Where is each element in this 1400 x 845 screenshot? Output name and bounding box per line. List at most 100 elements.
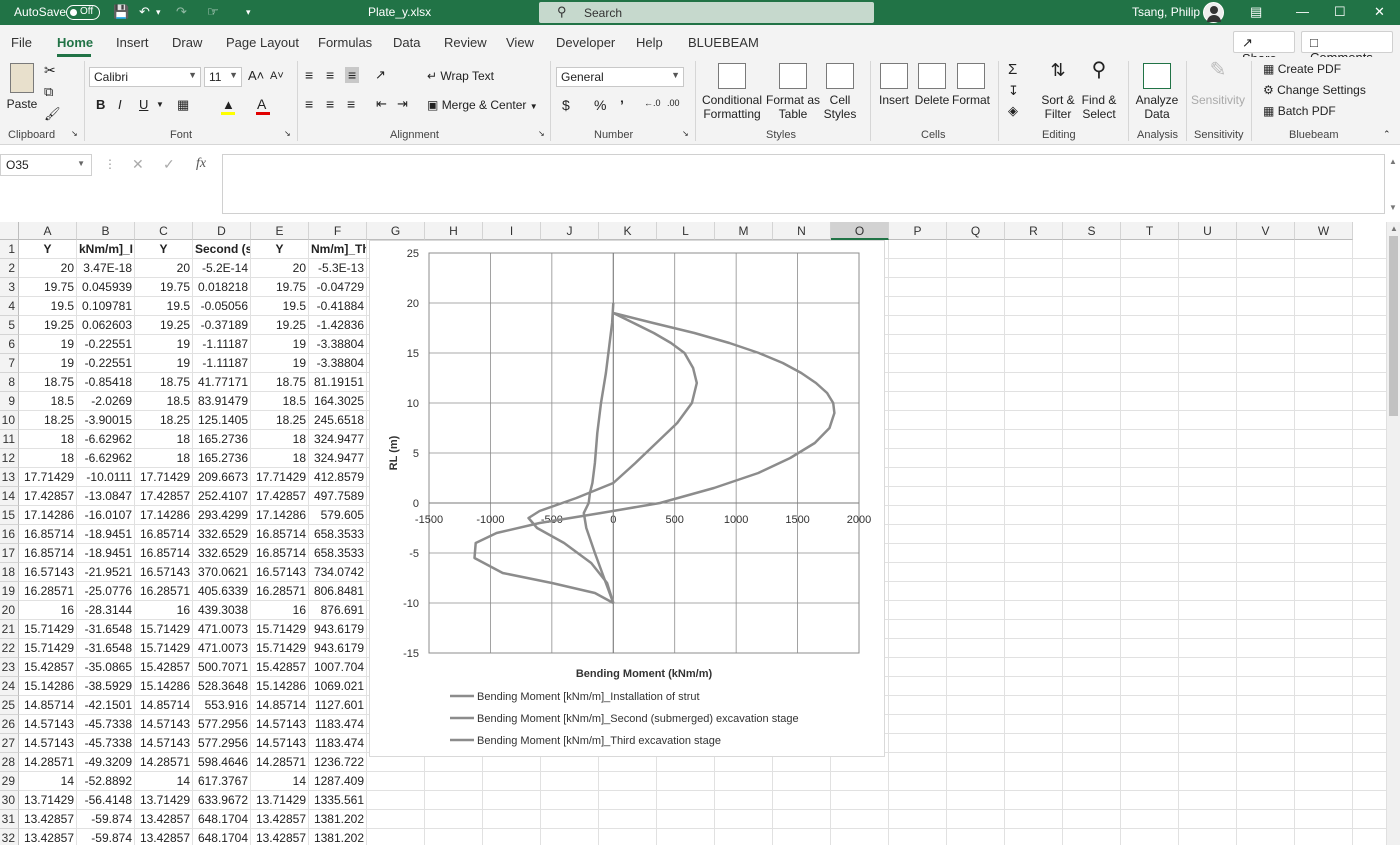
column-header[interactable]: S: [1063, 222, 1121, 240]
data-cell[interactable]: 19.5: [251, 297, 309, 316]
data-cell[interactable]: 83.91479: [193, 392, 251, 411]
column-header[interactable]: M: [715, 222, 773, 240]
data-cell[interactable]: 13.42857: [251, 810, 309, 829]
data-cell[interactable]: -6.62962: [77, 449, 135, 468]
data-cell[interactable]: 15.71429: [251, 639, 309, 658]
data-cell[interactable]: 370.0621: [193, 563, 251, 582]
data-cell[interactable]: 633.9672: [193, 791, 251, 810]
comments-button[interactable]: □ Comments: [1301, 31, 1393, 65]
cancel-icon[interactable]: ✕: [132, 156, 144, 173]
data-cell[interactable]: 19.75: [19, 278, 77, 297]
data-cell[interactable]: 18.5: [19, 392, 77, 411]
row-header[interactable]: 2: [0, 259, 19, 278]
data-cell[interactable]: 14.57143: [19, 715, 77, 734]
autosum-icon[interactable]: Σ: [1008, 61, 1017, 78]
underline-icon[interactable]: U: [139, 97, 148, 112]
data-cell[interactable]: 14.57143: [135, 734, 193, 753]
data-cell[interactable]: -10.0111: [77, 468, 135, 487]
column-header[interactable]: D: [193, 222, 251, 240]
decrease-font-icon[interactable]: A˅: [270, 70, 284, 82]
data-cell[interactable]: 19: [19, 335, 77, 354]
font-family-select[interactable]: Calibri ▼: [89, 67, 201, 87]
row-header[interactable]: 7: [0, 354, 19, 373]
data-cell[interactable]: 16.85714: [135, 525, 193, 544]
data-cell[interactable]: -0.41884: [309, 297, 367, 316]
column-header[interactable]: E: [251, 222, 309, 240]
data-cell[interactable]: 577.2956: [193, 734, 251, 753]
data-cell[interactable]: -0.85418: [77, 373, 135, 392]
column-header[interactable]: L: [657, 222, 715, 240]
data-cell[interactable]: 658.3533: [309, 544, 367, 563]
data-cell[interactable]: 16: [19, 601, 77, 620]
data-cell[interactable]: 16.85714: [251, 525, 309, 544]
column-header[interactable]: P: [889, 222, 947, 240]
data-cell[interactable]: 15.42857: [251, 658, 309, 677]
data-cell[interactable]: 19: [251, 335, 309, 354]
data-cell[interactable]: -3.38804: [309, 335, 367, 354]
data-cell[interactable]: 0.062603: [77, 316, 135, 335]
borders-icon[interactable]: ▦: [177, 97, 189, 113]
sensitivity-button[interactable]: ✎ Sensitivity: [1190, 60, 1246, 107]
data-cell[interactable]: 324.9477: [309, 449, 367, 468]
tab-home[interactable]: Home: [57, 35, 93, 50]
column-header[interactable]: G: [367, 222, 425, 240]
touch-mode-icon[interactable]: ☞: [207, 4, 219, 20]
data-cell[interactable]: 13.71429: [135, 791, 193, 810]
data-cell[interactable]: 20: [135, 259, 193, 278]
row-header[interactable]: 3: [0, 278, 19, 297]
row-header[interactable]: 23: [0, 658, 19, 677]
font-color-icon[interactable]: A: [257, 96, 266, 112]
data-cell[interactable]: 332.6529: [193, 525, 251, 544]
data-cell[interactable]: -42.1501: [77, 696, 135, 715]
data-cell[interactable]: -59.874: [77, 810, 135, 829]
data-cell[interactable]: -6.62962: [77, 430, 135, 449]
data-cell[interactable]: 734.0742: [309, 563, 367, 582]
data-cell[interactable]: -3.90015: [77, 411, 135, 430]
column-header[interactable]: H: [425, 222, 483, 240]
search-box[interactable]: ⚲ Search: [539, 2, 874, 23]
format-cells-button[interactable]: Format: [952, 63, 990, 107]
row-header[interactable]: 16: [0, 525, 19, 544]
data-cell[interactable]: 19: [135, 335, 193, 354]
data-cell[interactable]: 471.0073: [193, 620, 251, 639]
data-cell[interactable]: -28.3144: [77, 601, 135, 620]
row-header[interactable]: 6: [0, 335, 19, 354]
alignment-launcher-icon[interactable]: ↘: [538, 129, 545, 138]
data-cell[interactable]: 14.28571: [251, 753, 309, 772]
data-cell[interactable]: 17.71429: [135, 468, 193, 487]
data-cell[interactable]: 17.14286: [19, 506, 77, 525]
data-cell[interactable]: 1069.021: [309, 677, 367, 696]
data-cell[interactable]: 125.1405: [193, 411, 251, 430]
clear-icon[interactable]: ◈: [1008, 103, 1018, 119]
row-header[interactable]: 9: [0, 392, 19, 411]
row-header[interactable]: 21: [0, 620, 19, 639]
data-cell[interactable]: 324.9477: [309, 430, 367, 449]
data-cell[interactable]: 16.85714: [19, 544, 77, 563]
data-cell[interactable]: 18: [19, 430, 77, 449]
data-cell[interactable]: 41.77171: [193, 373, 251, 392]
insert-cells-button[interactable]: Insert: [876, 63, 912, 107]
data-cell[interactable]: 876.691: [309, 601, 367, 620]
row-header[interactable]: 27: [0, 734, 19, 753]
data-cell[interactable]: 15.14286: [19, 677, 77, 696]
data-cell[interactable]: 14: [19, 772, 77, 791]
share-button[interactable]: ↗ Share: [1233, 31, 1295, 66]
data-cell[interactable]: 18: [251, 449, 309, 468]
row-header[interactable]: 15: [0, 506, 19, 525]
tab-developer[interactable]: Developer: [556, 35, 615, 50]
row-header[interactable]: 18: [0, 563, 19, 582]
scroll-thumb[interactable]: [1389, 236, 1398, 416]
data-cell[interactable]: 17.42857: [135, 487, 193, 506]
data-cell[interactable]: 164.3025: [309, 392, 367, 411]
row-header[interactable]: 22: [0, 639, 19, 658]
data-cell[interactable]: -0.04729: [309, 278, 367, 297]
data-cell[interactable]: 18.75: [251, 373, 309, 392]
data-cell[interactable]: -0.05056: [193, 297, 251, 316]
row-header[interactable]: 12: [0, 449, 19, 468]
data-cell[interactable]: 14.57143: [19, 734, 77, 753]
data-cell[interactable]: -31.6548: [77, 620, 135, 639]
percent-icon[interactable]: %: [594, 97, 606, 113]
data-cell[interactable]: 17.71429: [251, 468, 309, 487]
align-left-icon[interactable]: ≡: [305, 96, 313, 112]
column-header[interactable]: J: [541, 222, 599, 240]
